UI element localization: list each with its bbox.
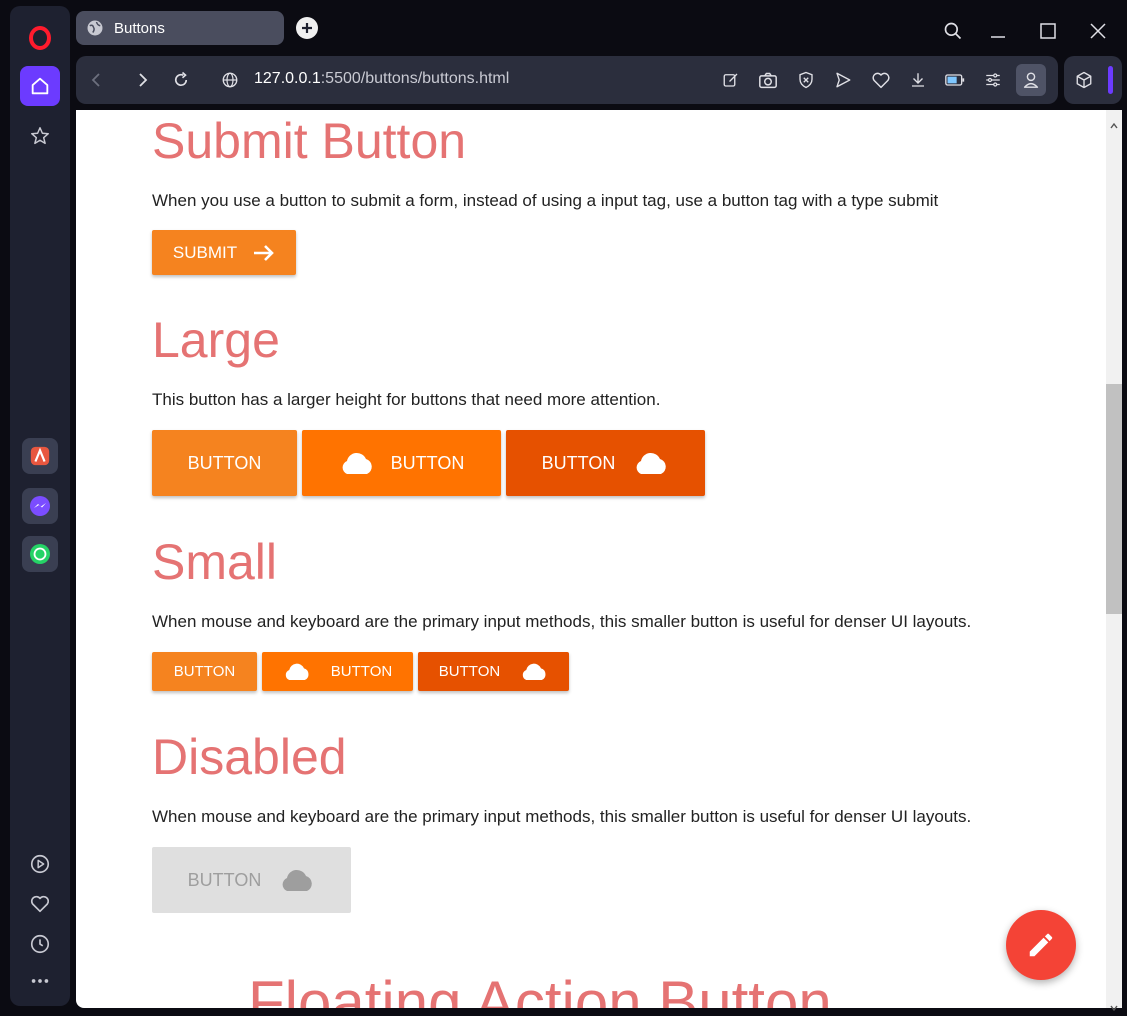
sidebar-toggle-indicator[interactable] [1108, 66, 1113, 94]
sidebar [10, 6, 70, 1006]
camera-icon[interactable] [756, 68, 780, 92]
page-scrollbar[interactable] [1106, 110, 1122, 1012]
url-path: :5500/buttons/buttons.html [320, 70, 510, 87]
edit-icon[interactable] [719, 68, 743, 92]
address-bar[interactable]: 127.0.0.1:5500/buttons/buttons.html [254, 70, 509, 88]
profile-icon[interactable] [1016, 64, 1046, 96]
submit-section-description: When you use a button to submit a form, … [152, 191, 939, 210]
more-icon[interactable] [20, 961, 60, 1001]
extensions-area [1064, 56, 1122, 104]
back-icon[interactable] [84, 68, 108, 92]
scroll-down-arrow-icon[interactable] [1110, 996, 1118, 1015]
messenger-icon[interactable] [22, 488, 58, 524]
new-tab-button[interactable] [296, 17, 318, 39]
large-button-plain[interactable]: BUTTON [152, 430, 297, 496]
settings-icon[interactable] [981, 68, 1005, 92]
small-button-icon-right[interactable]: BUTTON [418, 652, 569, 691]
floating-action-button[interactable] [1006, 910, 1076, 980]
tab-title: Buttons [114, 19, 165, 37]
small-button-plain[interactable]: BUTTON [152, 652, 257, 691]
home-icon[interactable] [20, 66, 60, 106]
shield-icon[interactable] [794, 68, 818, 92]
arrow-right-icon [253, 244, 275, 262]
small-button-label: BUTTON [330, 663, 393, 680]
large-button-label: BUTTON [541, 452, 616, 473]
large-button-icon-right[interactable]: BUTTON [506, 430, 705, 496]
site-info-globe-icon[interactable] [218, 68, 242, 92]
fab-section-title: Floating Action Button [248, 969, 832, 1008]
favorite-heart-icon[interactable] [869, 68, 893, 92]
star-icon[interactable] [20, 116, 60, 156]
cube-icon[interactable] [1072, 68, 1096, 92]
forward-icon[interactable] [131, 68, 155, 92]
scroll-up-arrow-icon[interactable] [1110, 114, 1118, 133]
large-section-description: This button has a larger height for butt… [152, 390, 661, 409]
submit-section-title: Submit Button [152, 113, 467, 169]
disabled-section-title: Disabled [152, 729, 347, 785]
large-button-icon-left[interactable]: BUTTON [302, 430, 501, 496]
player-icon[interactable] [20, 844, 60, 884]
disabled-section-description: When mouse and keyboard are the primary … [152, 807, 972, 826]
search-icon[interactable] [938, 16, 968, 46]
battery-icon[interactable] [943, 68, 967, 92]
address-toolbar: 127.0.0.1:5500/buttons/buttons.html [76, 56, 1058, 104]
large-button-label: BUTTON [187, 452, 262, 473]
web-page: Submit Button When you use a button to s… [76, 110, 1106, 1008]
small-section-description: When mouse and keyboard are the primary … [152, 612, 972, 631]
send-icon[interactable] [831, 68, 855, 92]
download-icon[interactable] [906, 68, 930, 92]
history-icon[interactable] [20, 924, 60, 964]
submit-button[interactable]: SUBMIT [152, 230, 296, 275]
small-button-label: BUTTON [438, 663, 501, 680]
maximize-button[interactable] [1033, 16, 1063, 46]
opera-logo-icon[interactable] [20, 18, 60, 58]
small-button-icon-left[interactable]: BUTTON [262, 652, 413, 691]
cloud-icon [520, 662, 548, 681]
pencil-icon [1026, 930, 1056, 960]
cloud-icon [339, 451, 375, 475]
cloud-icon [283, 662, 311, 681]
disabled-button-label: BUTTON [187, 869, 262, 890]
small-section-title: Small [152, 534, 278, 590]
disabled-button: BUTTON [152, 847, 351, 913]
title-bar: Buttons [72, 6, 1127, 52]
reload-icon[interactable] [169, 68, 193, 92]
aria-icon[interactable] [22, 438, 58, 474]
cloud-icon [633, 451, 669, 475]
cloud-icon [279, 868, 315, 892]
small-button-label: BUTTON [173, 663, 236, 680]
submit-button-label: SUBMIT [172, 242, 238, 262]
large-section-title: Large [152, 312, 280, 368]
close-button[interactable] [1083, 16, 1113, 46]
globe-icon [86, 19, 104, 37]
minimize-button[interactable] [983, 16, 1013, 46]
whatsapp-icon[interactable] [22, 536, 58, 572]
heart-icon[interactable] [20, 884, 60, 924]
url-host: 127.0.0.1 [254, 70, 321, 87]
tab-buttons[interactable]: Buttons [76, 11, 284, 45]
large-button-label: BUTTON [390, 452, 465, 473]
scroll-thumb[interactable] [1106, 384, 1122, 614]
